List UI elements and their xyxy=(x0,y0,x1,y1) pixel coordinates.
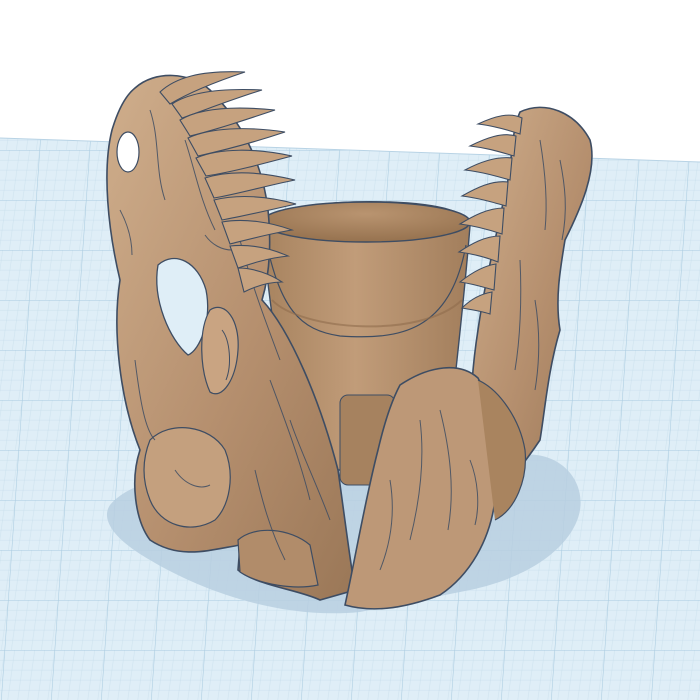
design-viewport[interactable] xyxy=(0,0,700,700)
eye-socket xyxy=(116,131,140,173)
3d-scene[interactable] xyxy=(0,0,700,700)
